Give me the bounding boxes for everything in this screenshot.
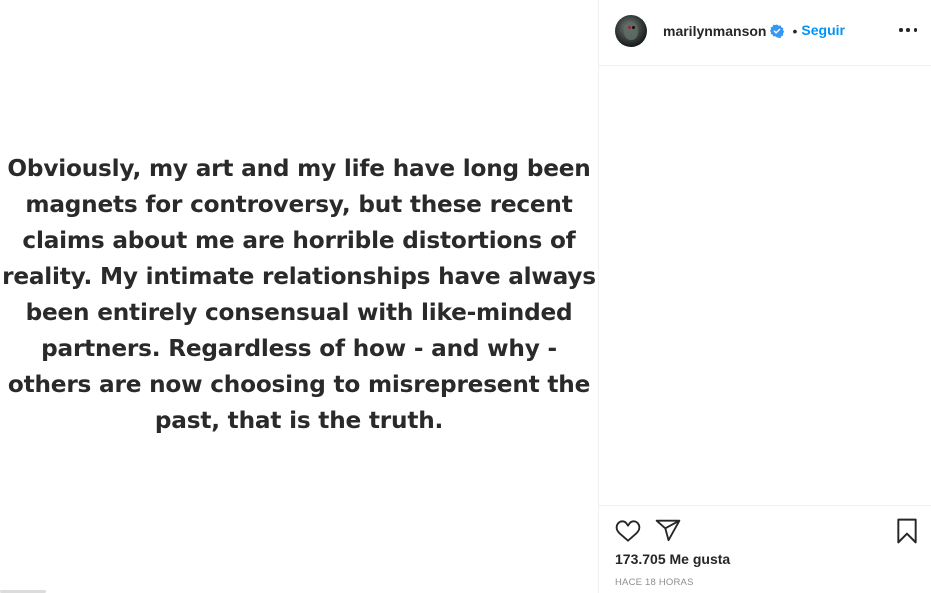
post-sidebar: marilynmanson • Seguir 173.705 Me gusta … xyxy=(598,0,931,593)
heart-icon[interactable] xyxy=(615,518,641,544)
likes-label: Me gusta xyxy=(669,551,731,567)
username-link[interactable]: marilynmanson xyxy=(663,23,766,39)
actions-section: 173.705 Me gusta HACE 18 HORAS xyxy=(599,505,931,593)
instagram-post: Obviously, my art and my life have long … xyxy=(0,0,931,593)
more-dot xyxy=(899,28,903,32)
more-dot xyxy=(913,28,917,32)
bookmark-icon[interactable] xyxy=(895,518,919,544)
post-header: marilynmanson • Seguir xyxy=(599,0,931,66)
comments-area xyxy=(599,66,931,505)
likes-count[interactable]: 173.705 Me gusta xyxy=(615,551,730,567)
statement-text: Obviously, my art and my life have long … xyxy=(2,154,596,434)
separator-dot: • xyxy=(792,22,798,39)
verified-badge-icon xyxy=(770,24,785,38)
more-options-icon[interactable] xyxy=(899,24,917,36)
likes-number: 173.705 xyxy=(615,551,666,567)
action-row xyxy=(615,518,681,544)
more-dot xyxy=(906,28,910,32)
post-image[interactable]: Obviously, my art and my life have long … xyxy=(0,0,598,593)
paper-plane-icon[interactable] xyxy=(655,518,681,544)
post-timestamp[interactable]: HACE 18 HORAS xyxy=(615,577,694,588)
follow-button[interactable]: Seguir xyxy=(801,22,845,38)
avatar[interactable] xyxy=(615,14,647,47)
